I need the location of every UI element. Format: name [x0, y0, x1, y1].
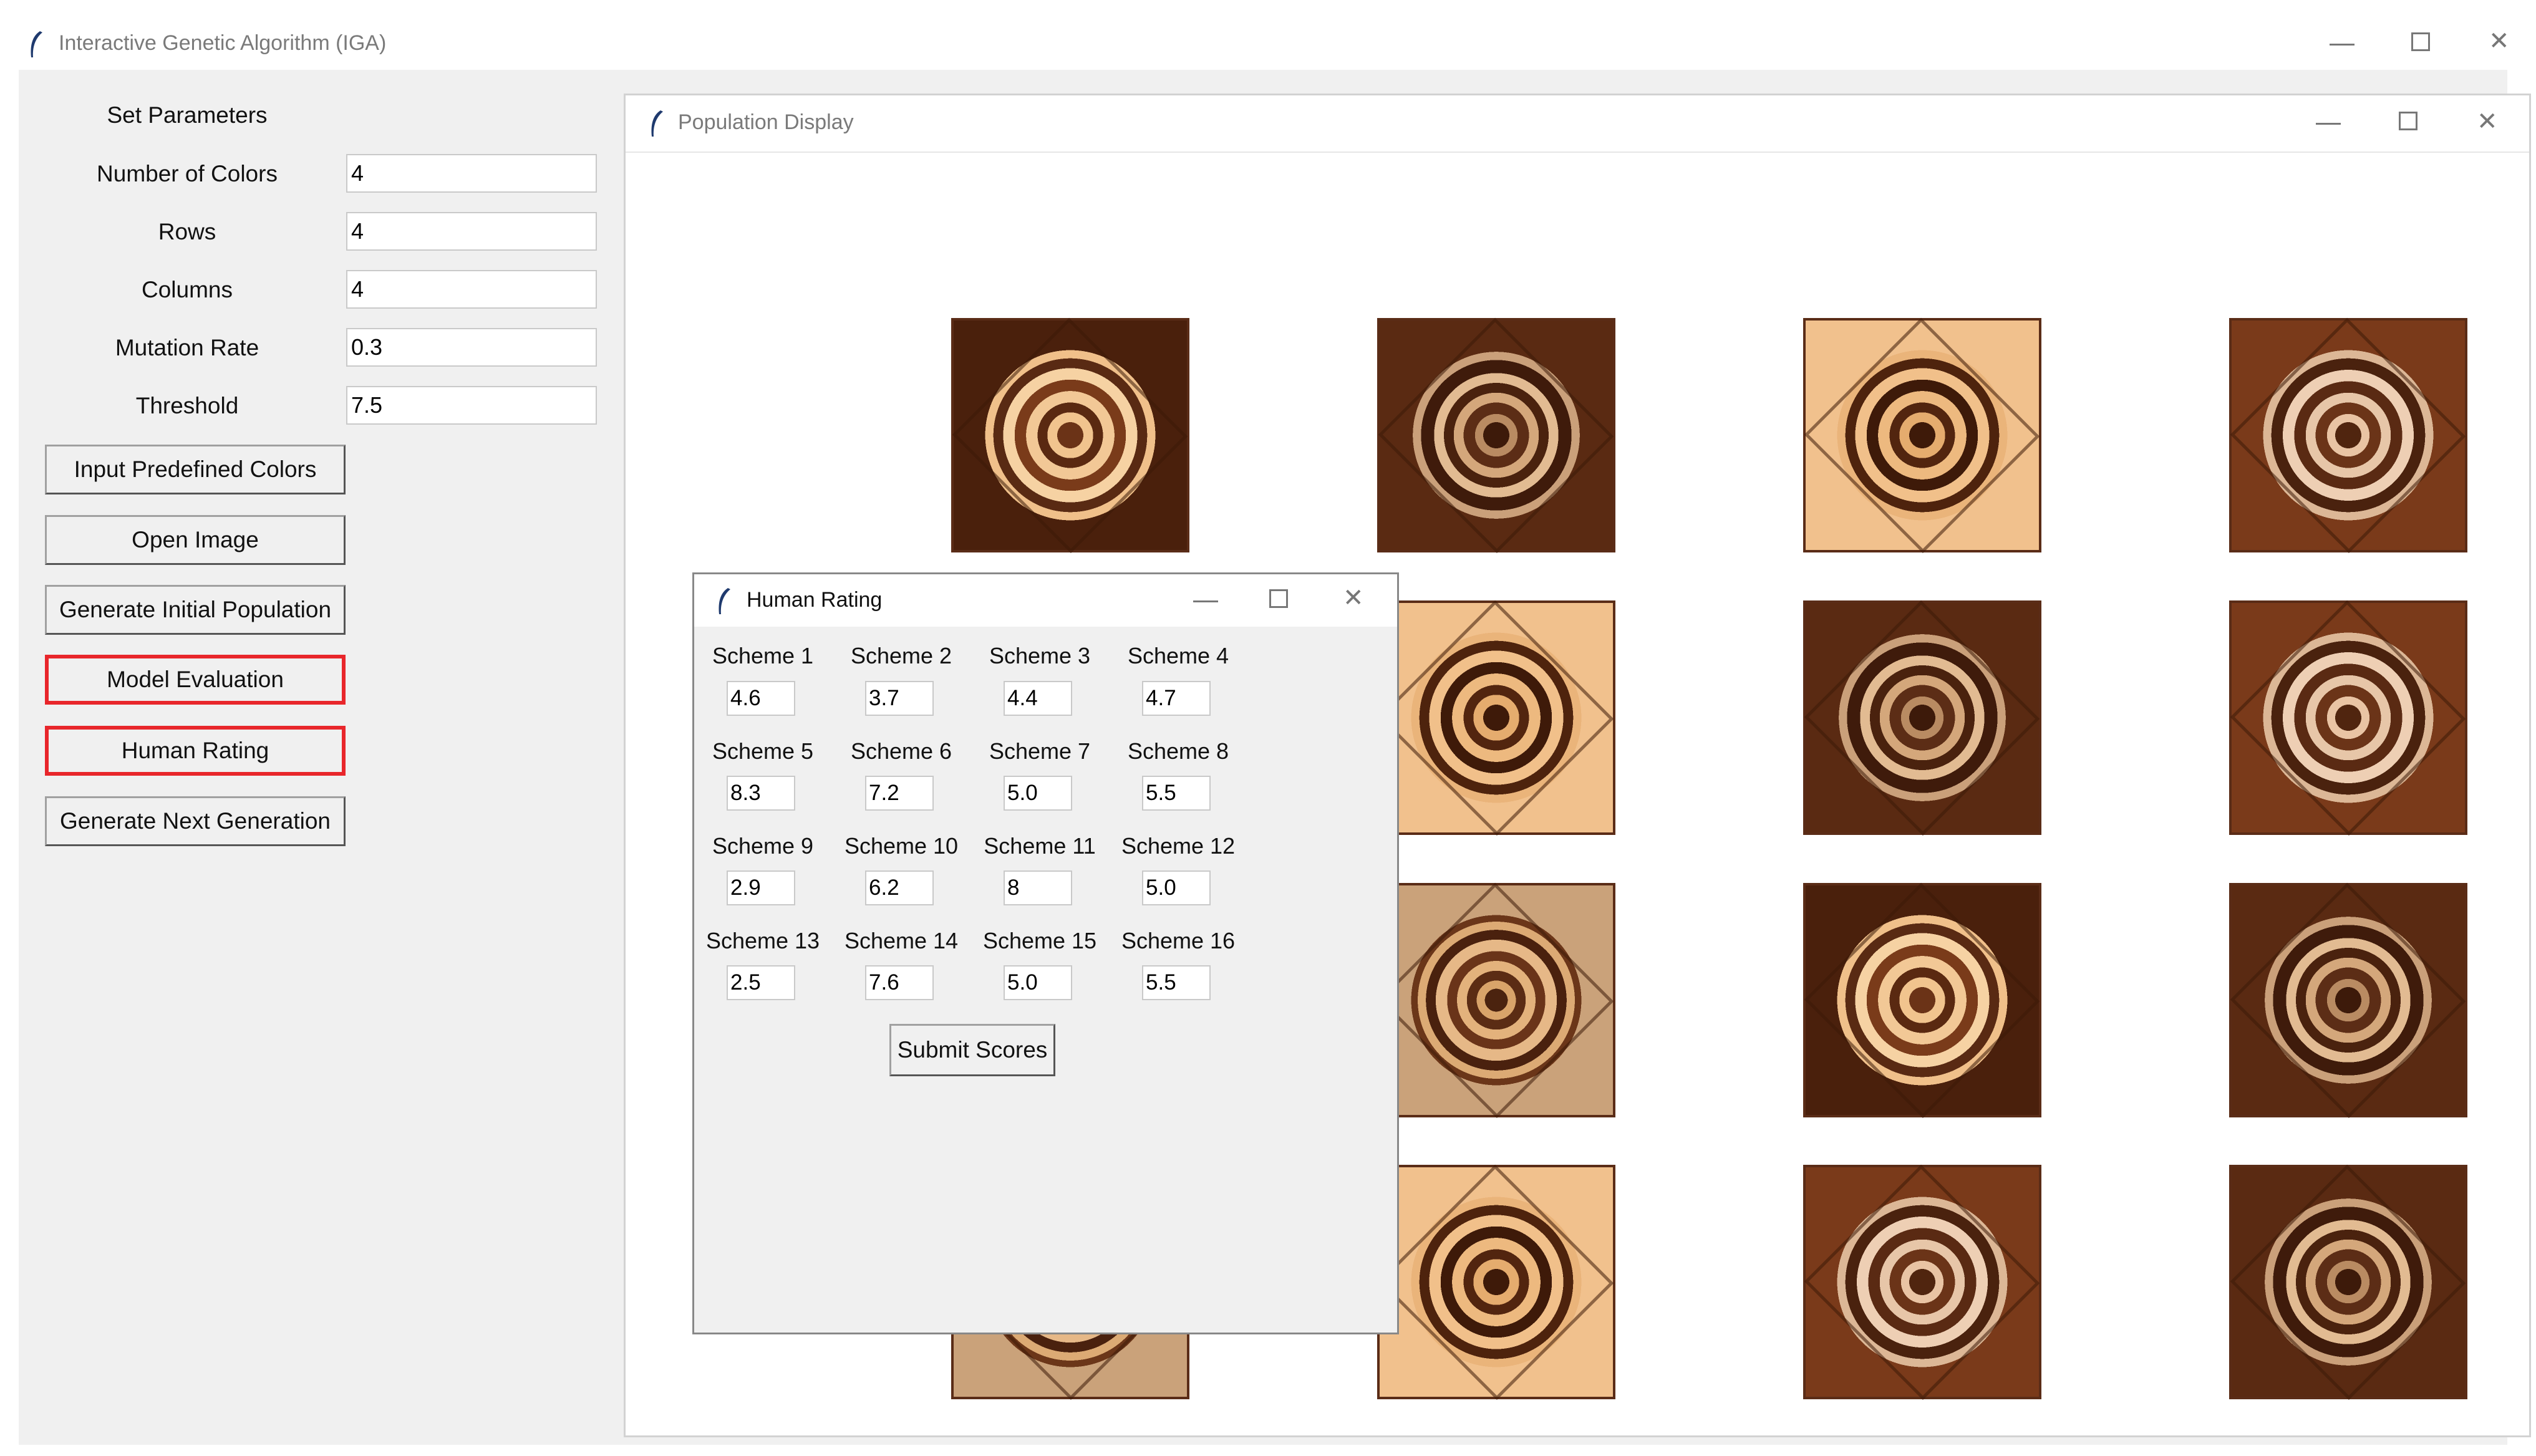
scheme-score-input[interactable] [727, 776, 795, 811]
population-tile[interactable] [1377, 318, 1615, 552]
scheme-score-input[interactable] [1142, 681, 1211, 716]
scheme-label: Scheme 7 [989, 738, 1091, 764]
number-of-colors-input[interactable] [346, 154, 597, 193]
param-label-threshold: Threshold [135, 393, 239, 418]
scheme-score-input[interactable] [1004, 870, 1072, 905]
scheme-label: Scheme 4 [1127, 643, 1229, 668]
population-tile[interactable] [1377, 1165, 1615, 1399]
human-rating-title-bar[interactable]: Human Rating ✕ [694, 574, 1397, 627]
scheme-label: Scheme 6 [850, 738, 952, 764]
scheme-score-input[interactable] [1142, 965, 1211, 1000]
scheme-label: Scheme 16 [1121, 928, 1236, 953]
scheme-score-input[interactable] [727, 681, 795, 716]
scheme-label: Scheme 12 [1121, 833, 1236, 859]
scheme-label: Scheme 13 [705, 928, 820, 953]
population-tile[interactable] [1803, 883, 2041, 1117]
scheme-score-input[interactable] [1142, 776, 1211, 811]
scheme-label: Scheme 10 [844, 833, 959, 859]
minimize-icon[interactable] [2316, 123, 2341, 125]
close-icon[interactable]: ✕ [2489, 29, 2510, 54]
param-label-rows: Rows [158, 219, 216, 244]
population-tile[interactable] [2229, 600, 2467, 835]
scheme-score-input[interactable] [1004, 681, 1072, 716]
population-tile[interactable] [1803, 1165, 2041, 1399]
close-icon[interactable]: ✕ [2477, 109, 2498, 134]
population-tile[interactable] [2229, 883, 2467, 1117]
scheme-score-input[interactable] [865, 681, 934, 716]
maximize-icon[interactable] [1269, 589, 1288, 608]
scheme-score-input[interactable] [1142, 870, 1211, 905]
scheme-label: Scheme 1 [712, 643, 814, 668]
main-window-title: Interactive Genetic Algorithm (IGA) [59, 31, 387, 55]
population-title-bar[interactable]: Population Display ✕ [626, 95, 2529, 153]
param-label-colors: Number of Colors [97, 161, 278, 186]
human-rating-window-title: Human Rating [747, 588, 883, 612]
scheme-score-input[interactable] [865, 870, 934, 905]
population-tile[interactable] [1803, 318, 2041, 552]
scheme-score-input[interactable] [1004, 965, 1072, 1000]
population-tile[interactable] [2229, 1165, 2467, 1399]
maximize-icon[interactable] [2399, 112, 2417, 130]
generate-next-generation-button[interactable]: Generate Next Generation [45, 796, 346, 846]
human-rating-window: Human Rating ✕ Scheme 1 Scheme 2 Scheme … [692, 572, 1399, 1334]
mutation-rate-input[interactable] [346, 328, 597, 367]
population-tile[interactable] [1377, 600, 1615, 835]
scheme-label: Scheme 8 [1127, 738, 1229, 764]
input-predefined-colors-button[interactable]: Input Predefined Colors [45, 445, 346, 494]
scheme-score-input[interactable] [727, 965, 795, 1000]
feather-icon [651, 110, 663, 137]
population-tile[interactable] [951, 318, 1189, 552]
scheme-label: Scheme 5 [712, 738, 814, 764]
main-title-bar[interactable]: Interactive Genetic Algorithm (IGA) ✕ [0, 0, 2536, 70]
maximize-icon[interactable] [2411, 32, 2430, 51]
scheme-label: Scheme 2 [850, 643, 952, 668]
param-label-columns: Columns [142, 277, 233, 302]
scheme-score-input[interactable] [1004, 776, 1072, 811]
open-image-button[interactable]: Open Image [45, 515, 346, 565]
scheme-score-input[interactable] [865, 776, 934, 811]
columns-input[interactable] [346, 270, 597, 309]
population-tile[interactable] [1377, 883, 1615, 1117]
scheme-label: Scheme 15 [982, 928, 1097, 953]
population-tile[interactable] [2229, 318, 2467, 552]
population-window-title: Population Display [678, 110, 854, 134]
threshold-input[interactable] [346, 386, 597, 425]
feather-icon [719, 588, 730, 614]
feather-icon [31, 31, 42, 57]
model-evaluation-button[interactable]: Model Evaluation [45, 655, 346, 705]
param-label-mutation: Mutation Rate [115, 335, 259, 360]
scheme-label: Scheme 11 [984, 833, 1096, 859]
minimize-icon[interactable] [2330, 44, 2355, 46]
scheme-score-input[interactable] [727, 870, 795, 905]
scheme-label: Scheme 14 [844, 928, 959, 953]
scheme-label: Scheme 3 [989, 643, 1091, 668]
generate-initial-population-button[interactable]: Generate Initial Population [45, 585, 346, 635]
population-tile[interactable] [1803, 600, 2041, 835]
rows-input[interactable] [346, 212, 597, 251]
scheme-score-input[interactable] [865, 965, 934, 1000]
submit-scores-button[interactable]: Submit Scores [889, 1024, 1055, 1076]
minimize-icon[interactable] [1193, 600, 1218, 602]
params-heading: Set Parameters [107, 102, 268, 128]
scheme-label: Scheme 9 [712, 833, 814, 859]
human-rating-button[interactable]: Human Rating [45, 726, 346, 776]
close-icon[interactable]: ✕ [1343, 586, 1364, 610]
